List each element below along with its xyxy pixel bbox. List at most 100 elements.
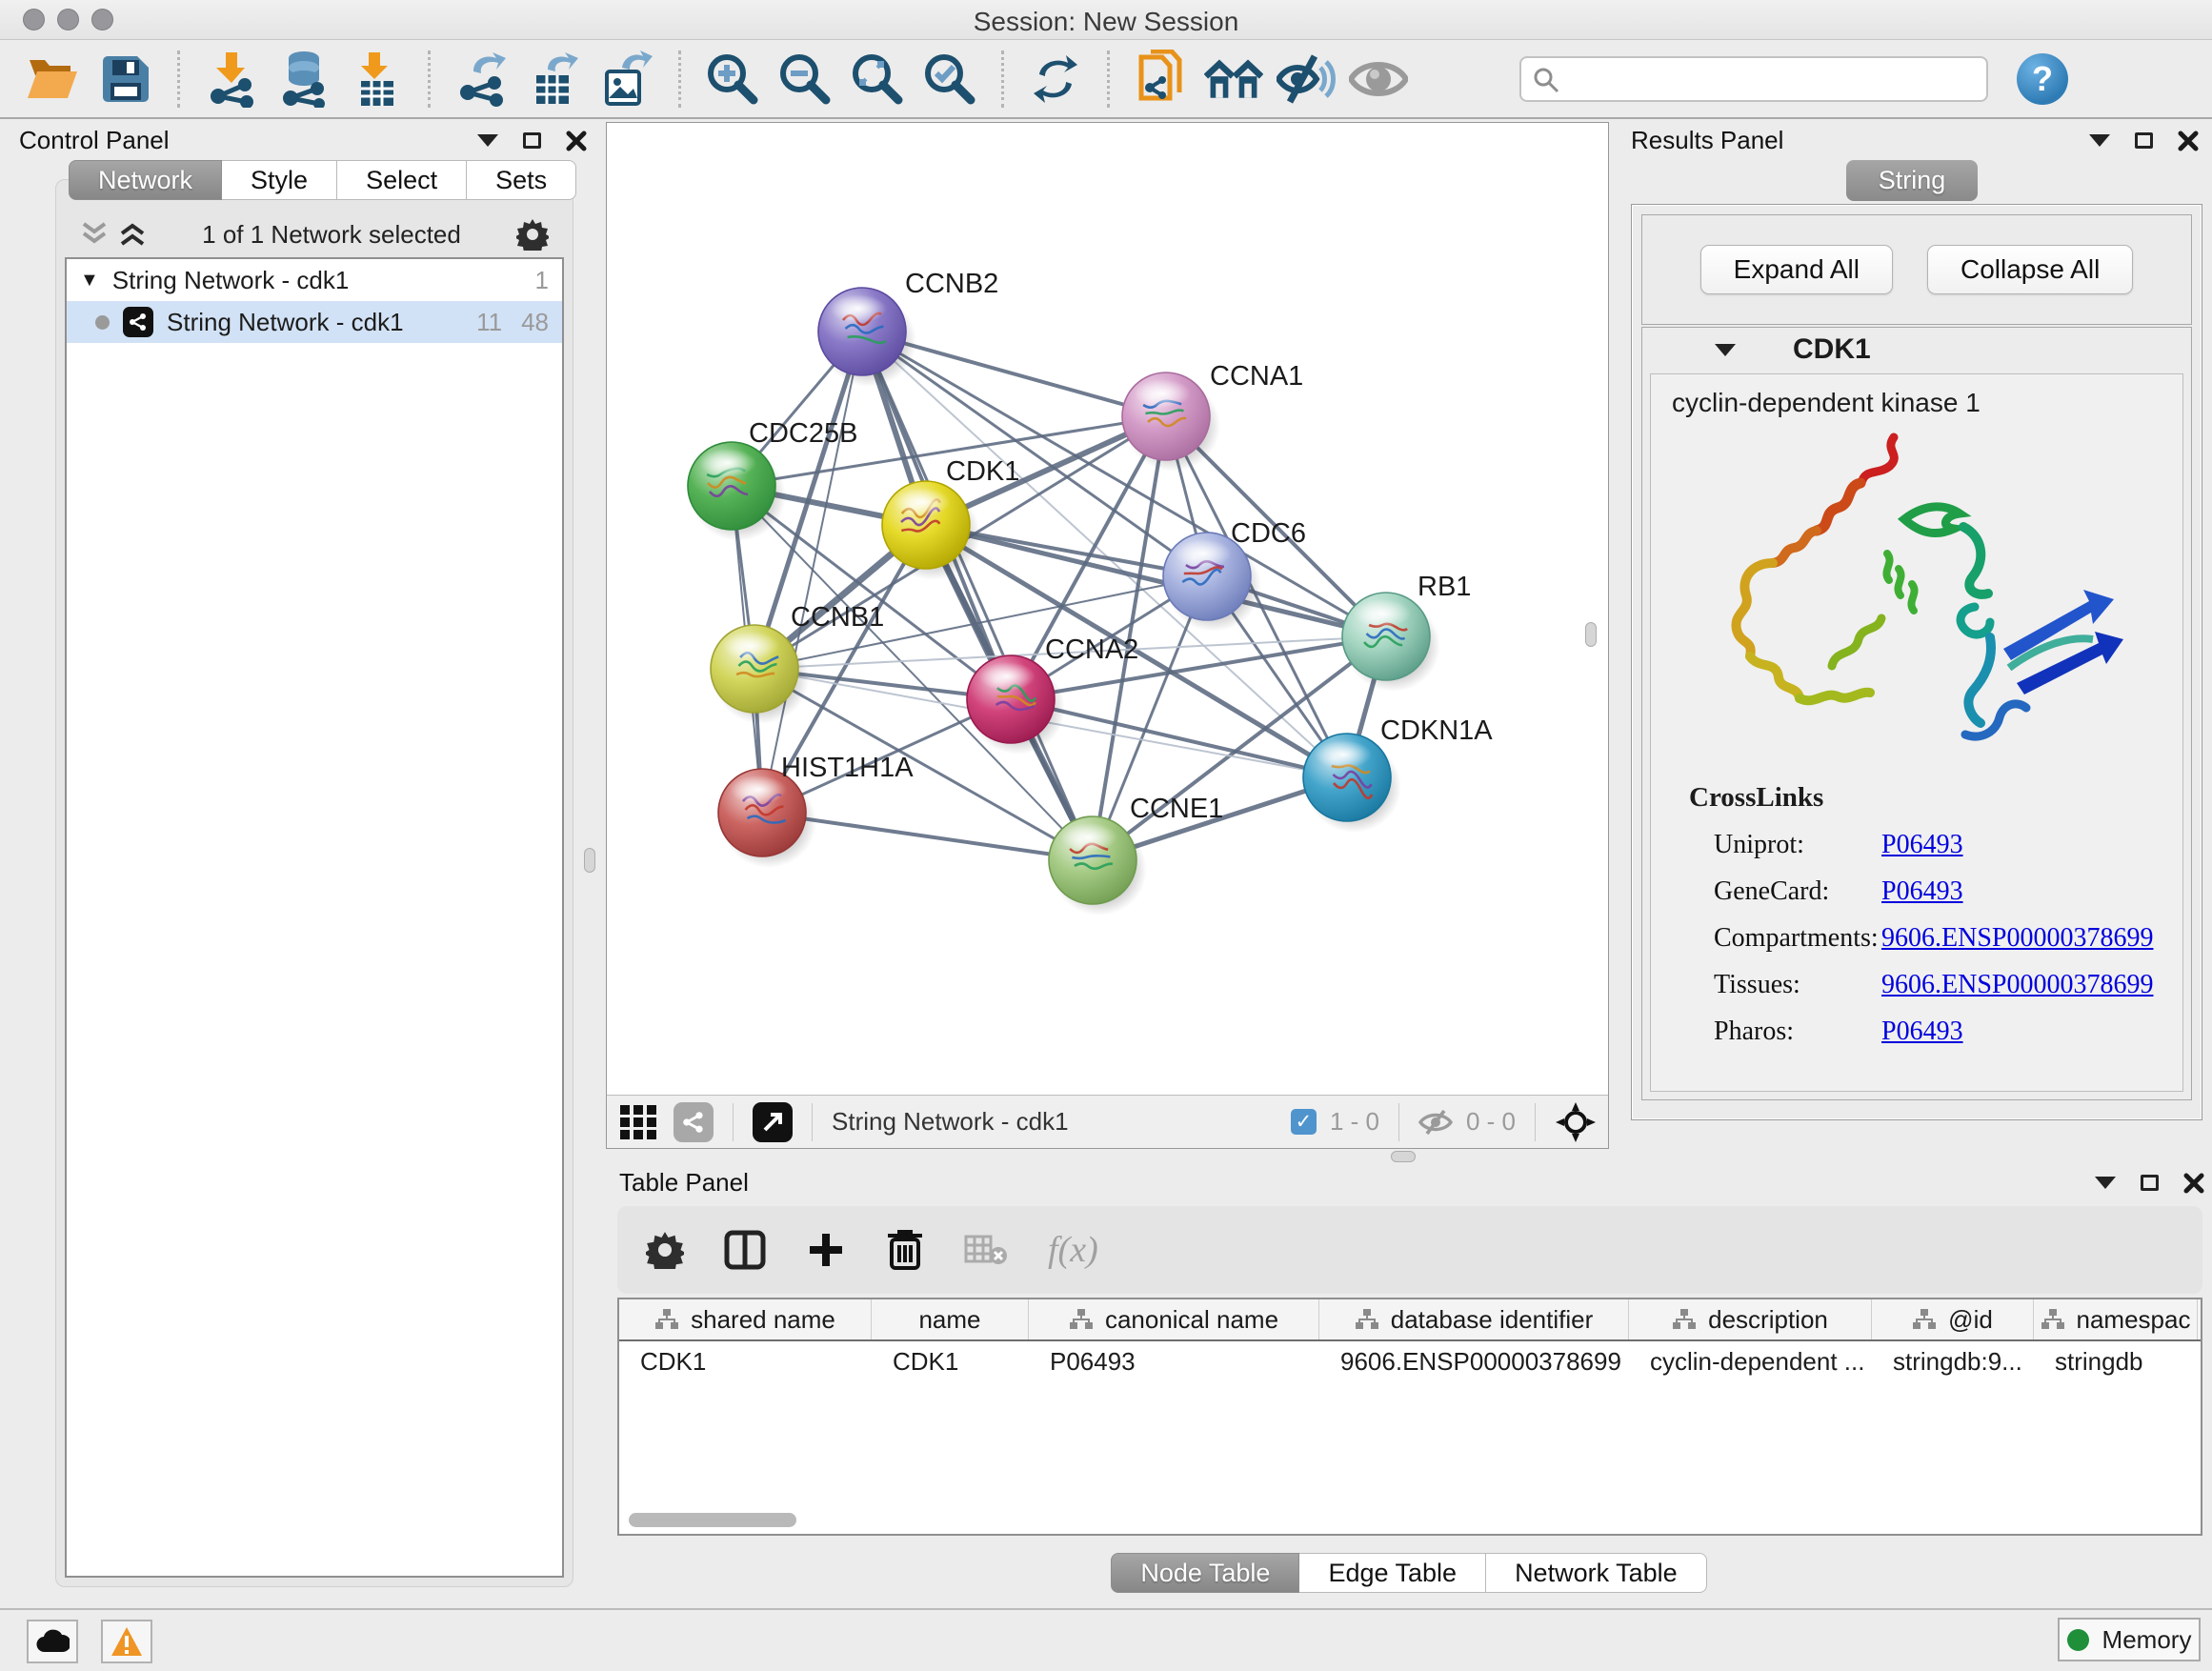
zoom-out-icon[interactable] [775, 50, 835, 109]
network-node[interactable]: CCNA1 [1122, 361, 1303, 472]
table-row[interactable]: CDK1CDK1P064939606.ENSP00000378699cyclin… [619, 1341, 2201, 1381]
table-cell[interactable]: CDK1 [872, 1341, 1029, 1381]
crosslink-label: Pharos: [1689, 1017, 1849, 1047]
panel-float-icon[interactable] [523, 132, 541, 149]
title-bar: Session: New Session [0, 0, 2212, 40]
save-session-icon[interactable] [96, 50, 155, 109]
show-hide-icon[interactable] [1277, 50, 1336, 109]
network-node[interactable]: CDKN1A [1303, 715, 1493, 833]
crosslink-uniprot-link[interactable]: P06493 [1881, 830, 1963, 860]
tab-network[interactable]: Network [69, 160, 222, 200]
table-tabs: Node Table Edge Table Network Table [606, 1553, 2212, 1593]
expand-all-icon[interactable] [118, 222, 147, 247]
network-node[interactable]: CCNB2 [818, 269, 998, 387]
expand-all-button[interactable]: Expand All [1700, 245, 1893, 294]
show-columns-icon[interactable] [724, 1229, 766, 1271]
crosshair-icon[interactable] [1555, 1101, 1597, 1143]
panel-float-icon[interactable] [2135, 132, 2153, 149]
network-collection-row[interactable]: ▼ String Network - cdk1 1 [67, 259, 562, 301]
table-cell[interactable]: CDK1 [619, 1341, 872, 1381]
node-label: CCNE1 [1130, 794, 1223, 824]
collapse-all-icon[interactable] [80, 222, 109, 247]
crosslink-genecard-link[interactable]: P06493 [1881, 876, 1963, 907]
cloud-icon[interactable] [27, 1620, 78, 1663]
node-label: CCNB1 [791, 602, 884, 633]
add-column-icon[interactable] [806, 1230, 846, 1270]
zoom-selected-icon[interactable] [920, 50, 979, 109]
import-table-file-icon[interactable] [347, 50, 406, 109]
network-canvas[interactable]: CCNB2CCNA1CDC25BCDK1CDC6RB1CCNB1CCNA2CDK… [607, 123, 1608, 1095]
table-cell[interactable]: 9606.ENSP00000378699 [1319, 1341, 1629, 1381]
export-network-icon[interactable] [452, 50, 512, 109]
tab-network-table[interactable]: Network Table [1486, 1553, 1707, 1593]
network-badge-icon[interactable] [674, 1102, 714, 1142]
scrollbar-thumb[interactable] [629, 1513, 796, 1527]
export-table-icon[interactable] [525, 50, 584, 109]
crosslink-pharos-link[interactable]: P06493 [1881, 1017, 1963, 1047]
panel-close-icon[interactable] [566, 131, 587, 151]
network-node[interactable]: RB1 [1342, 572, 1471, 692]
tree-expander-icon[interactable]: ▼ [80, 270, 99, 292]
right-splitter-handle[interactable] [1585, 622, 1597, 647]
table-horizontal-scrollbar[interactable] [617, 1509, 2202, 1532]
column-header-database-identifier[interactable]: database identifier [1319, 1299, 1629, 1339]
import-network-file-icon[interactable] [202, 50, 261, 109]
entry-expander-icon[interactable] [1715, 344, 1736, 356]
table-cell[interactable]: stringdb:9... [1872, 1341, 2034, 1381]
panel-menu-icon[interactable] [477, 134, 498, 147]
gear-icon[interactable] [516, 218, 549, 251]
first-neighbors-icon[interactable] [1204, 50, 1263, 109]
table-cell[interactable]: P06493 [1029, 1341, 1319, 1381]
column-header-@id[interactable]: @id [1872, 1299, 2034, 1339]
grid-view-icon[interactable] [618, 1103, 660, 1141]
panel-menu-icon[interactable] [2095, 1177, 2116, 1189]
column-header-description[interactable]: description [1629, 1299, 1872, 1339]
global-search-input[interactable] [1519, 56, 1988, 102]
network-node[interactable]: CCNE1 [1049, 794, 1223, 916]
tab-select[interactable]: Select [337, 160, 467, 200]
table-cell[interactable]: stringdb [2034, 1341, 2198, 1381]
import-network-database-icon[interactable] [274, 50, 333, 109]
column-header-name[interactable]: name [872, 1299, 1029, 1339]
panel-close-icon[interactable] [2178, 131, 2199, 151]
network-edge[interactable] [762, 332, 862, 813]
birds-eye-view-icon[interactable] [753, 1102, 793, 1142]
network-edge-count: 48 [521, 308, 549, 337]
zoom-in-icon[interactable] [703, 50, 762, 109]
crosslink-tissues-link[interactable]: 9606.ENSP00000378699 [1881, 970, 2153, 1000]
memory-button[interactable]: Memory [2058, 1618, 2201, 1661]
crosslink-compartments-link[interactable]: 9606.ENSP00000378699 [1881, 923, 2153, 954]
tab-style[interactable]: Style [222, 160, 337, 200]
refresh-icon[interactable] [1026, 50, 1085, 109]
panel-float-icon[interactable] [2141, 1175, 2159, 1191]
export-image-icon[interactable] [597, 50, 656, 109]
tab-edge-table[interactable]: Edge Table [1299, 1553, 1486, 1593]
delete-column-icon[interactable] [886, 1228, 924, 1272]
warning-icon[interactable] [101, 1620, 152, 1663]
panel-menu-icon[interactable] [2089, 134, 2110, 147]
help-icon[interactable]: ? [2017, 53, 2068, 105]
open-session-icon[interactable] [24, 50, 83, 109]
main-toolbar: ? [0, 41, 2212, 119]
tab-node-table[interactable]: Node Table [1111, 1553, 1299, 1593]
left-splitter-handle[interactable] [584, 848, 595, 873]
selected-checkbox-icon[interactable]: ✓ [1291, 1109, 1317, 1135]
hidden-eye-icon[interactable] [1418, 1109, 1453, 1136]
column-header-shared-name[interactable]: shared name [619, 1299, 872, 1339]
tab-sets[interactable]: Sets [467, 160, 576, 200]
node-label: CDK1 [946, 456, 1019, 487]
network-node[interactable]: CDC6 [1163, 518, 1306, 632]
panel-close-icon[interactable] [2183, 1173, 2204, 1194]
preview-eye-icon[interactable] [1349, 50, 1408, 109]
table-cell[interactable]: cyclin-dependent ... [1629, 1341, 1872, 1381]
collapse-all-button[interactable]: Collapse All [1927, 245, 2133, 294]
new-network-from-selection-icon[interactable] [1132, 50, 1191, 109]
gear-icon[interactable] [646, 1231, 684, 1269]
column-header-namespac[interactable]: namespac [2034, 1299, 2198, 1339]
network-node[interactable]: HIST1H1A [718, 753, 914, 868]
network-row[interactable]: String Network - cdk1 11 48 [67, 301, 562, 343]
tab-string[interactable]: String [1846, 160, 1979, 201]
zoom-fit-icon[interactable] [848, 50, 907, 109]
column-header-canonical-name[interactable]: canonical name [1029, 1299, 1319, 1339]
function-builder-icon: f(x) [1048, 1229, 1098, 1271]
